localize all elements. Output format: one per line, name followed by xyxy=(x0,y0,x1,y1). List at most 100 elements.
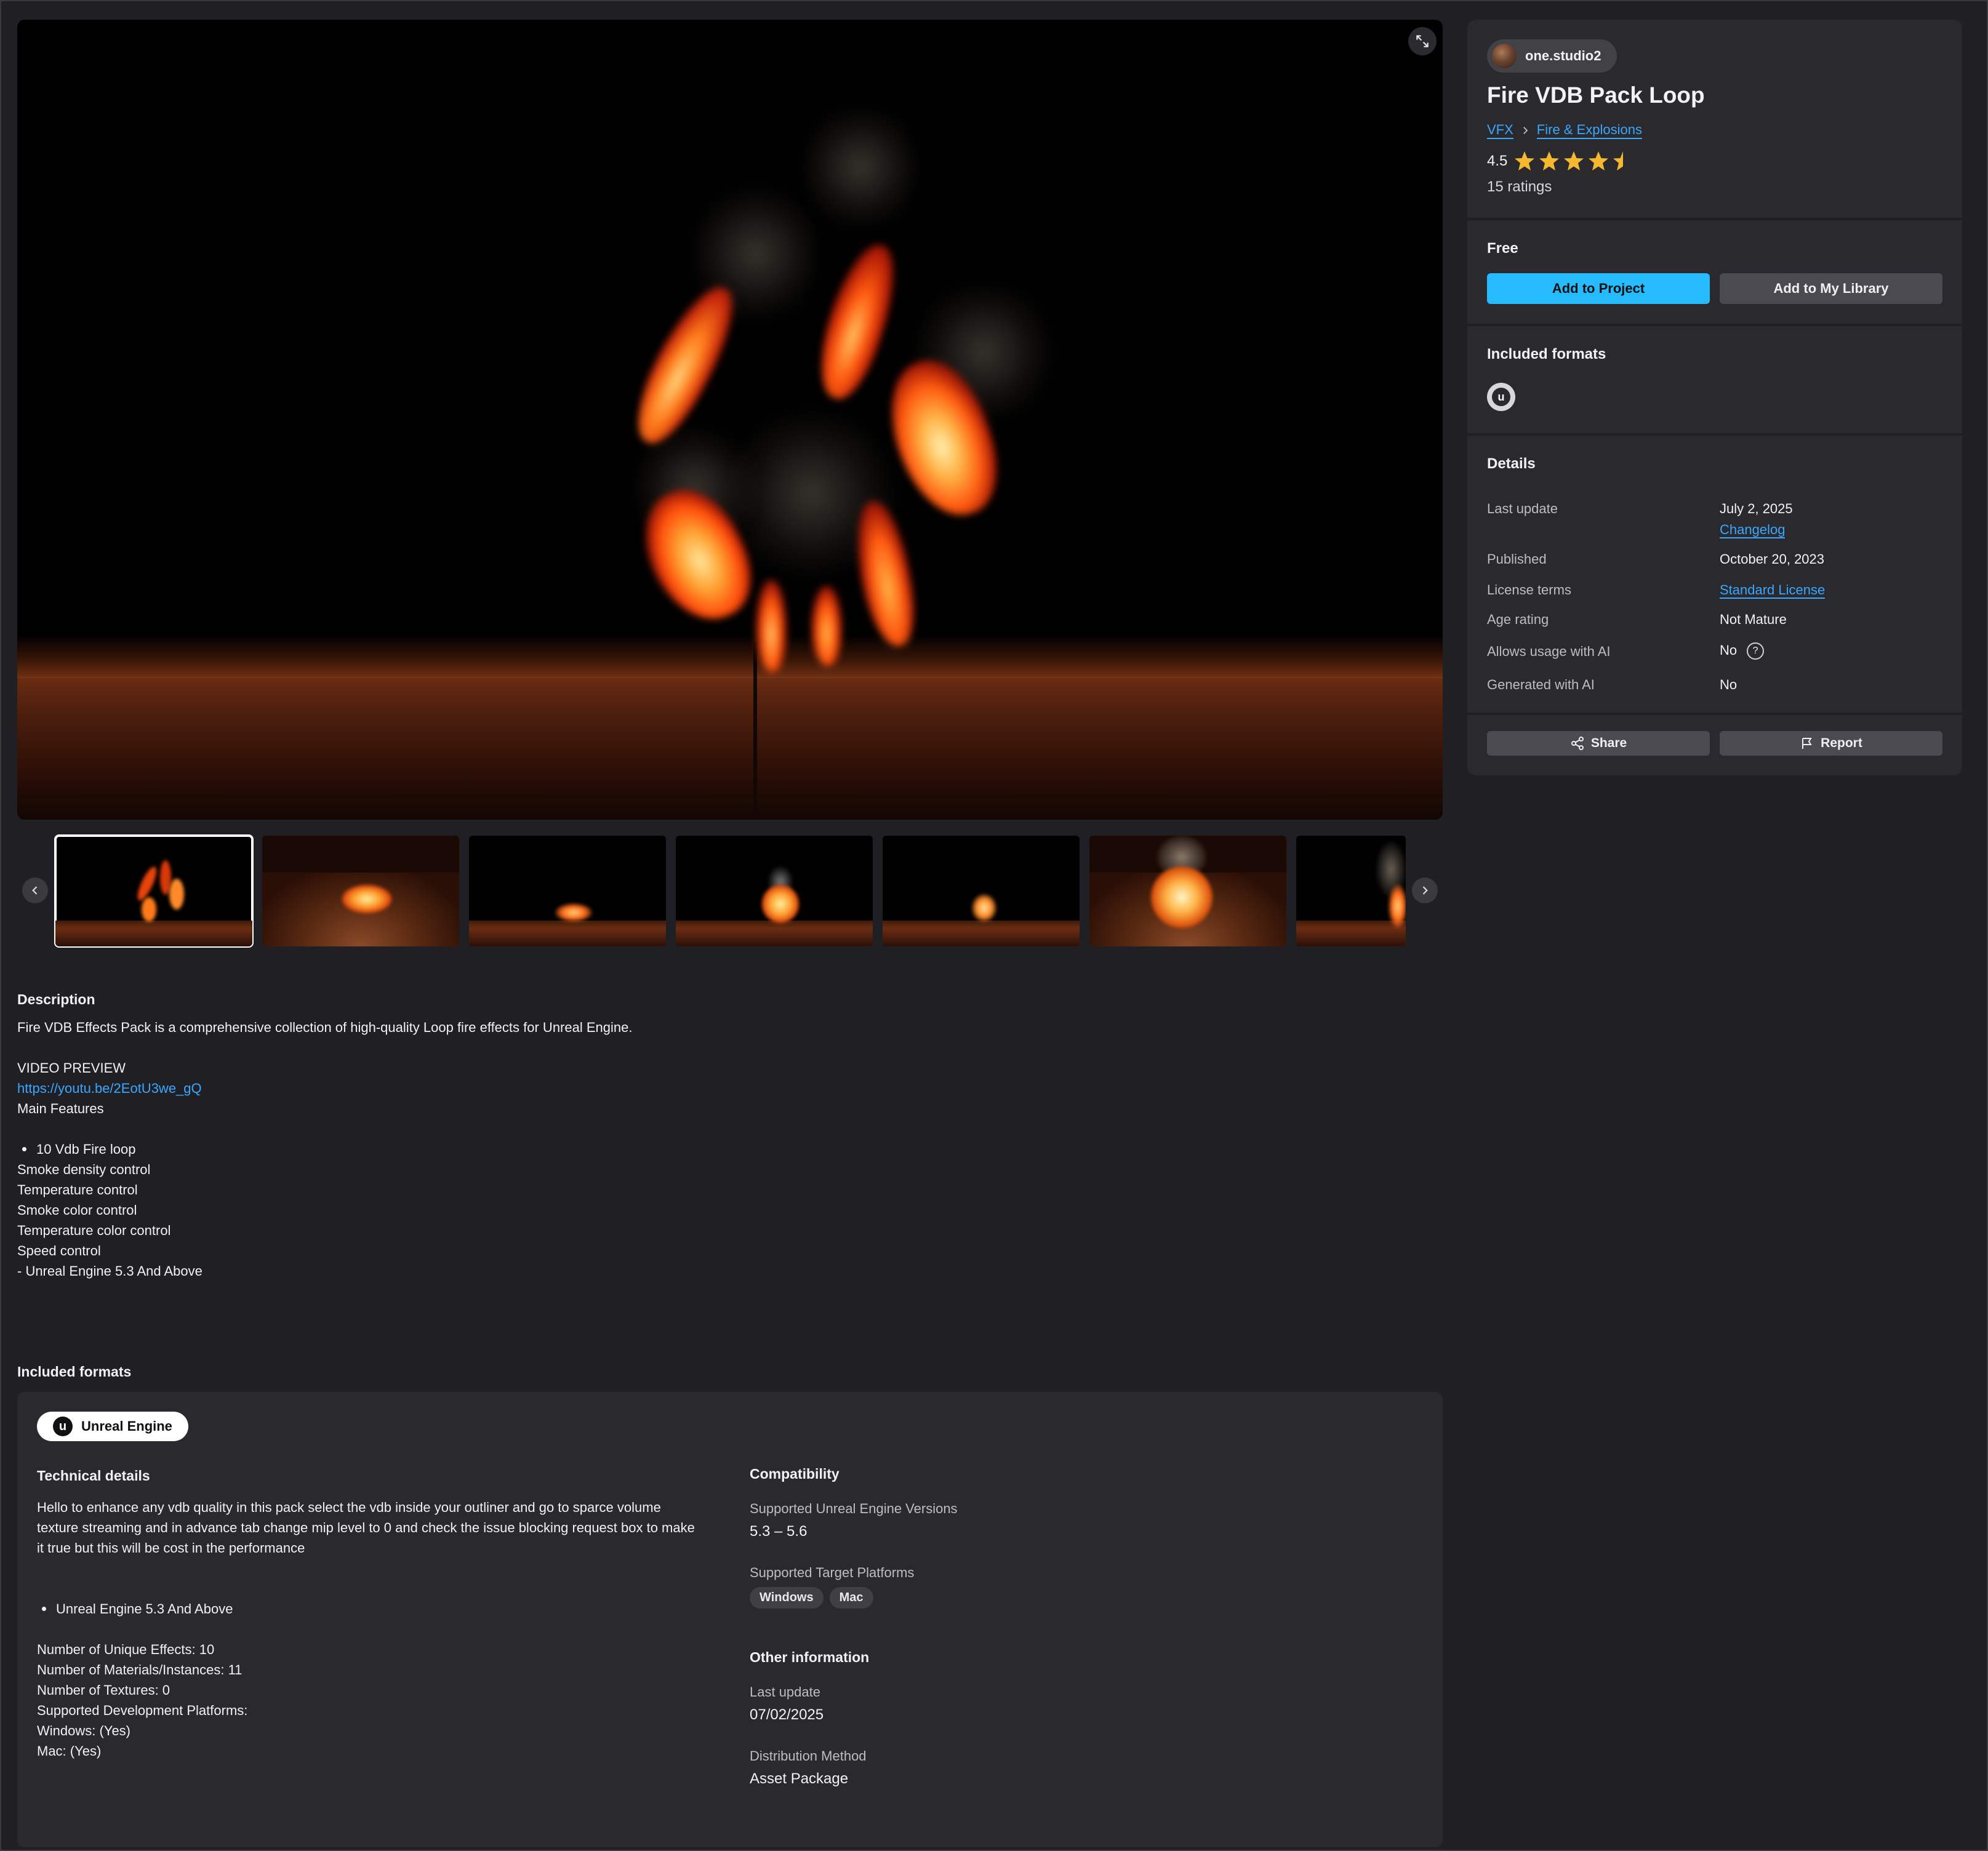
technical-bullet-text: Unreal Engine 5.3 And Above xyxy=(56,1601,233,1617)
ai-usage-value: No xyxy=(1720,642,1737,658)
target-platforms-label: Supported Target Platforms xyxy=(750,1565,915,1580)
description-title: Description xyxy=(17,991,95,1007)
star-icon xyxy=(1589,151,1609,170)
add-to-project-button[interactable]: Add to Project xyxy=(1487,273,1710,304)
unreal-engine-format-tab[interactable]: u Unreal Engine xyxy=(37,1412,188,1441)
description-intro: Fire VDB Effects Pack is a comprehensive… xyxy=(17,1020,633,1035)
technical-details-text: Hello to enhance any vdb quality in this… xyxy=(37,1500,695,1556)
rating-value: 4.5 xyxy=(1487,153,1508,169)
seller-link[interactable]: one.studio2 xyxy=(1487,39,1617,73)
platform-tag-windows: Windows xyxy=(750,1587,824,1609)
included-formats-title: Included formats xyxy=(17,1364,132,1380)
license-terms-label: License terms xyxy=(1487,582,1571,598)
technical-line: Number of Unique Effects: 10 xyxy=(37,1642,215,1657)
thumbnail-5[interactable] xyxy=(883,836,1080,946)
purchase-section: Free Add to Project Add to My Library xyxy=(1467,218,1962,326)
chevron-right-icon xyxy=(1523,127,1528,134)
seller-name: one.studio2 xyxy=(1525,48,1601,63)
distribution-method-value: Asset Package xyxy=(750,1770,849,1787)
asset-page: Description Fire VDB Effects Pack is a c… xyxy=(0,0,1988,1851)
seller-avatar xyxy=(1492,44,1517,68)
preview-floor-line xyxy=(17,677,1443,678)
distribution-method-label: Distribution Method xyxy=(750,1748,867,1764)
thumbnail-1[interactable] xyxy=(54,834,254,948)
technical-bullet: Unreal Engine 5.3 And Above xyxy=(37,1599,702,1619)
age-rating-value: Not Mature xyxy=(1720,612,1787,627)
report-label: Report xyxy=(1821,736,1862,750)
ue-versions-label: Supported Unreal Engine Versions xyxy=(750,1501,958,1516)
bullet-dot xyxy=(42,1607,46,1611)
chevron-right-icon xyxy=(1422,886,1428,895)
feature-bullet-text: 10 Vdb Fire loop xyxy=(36,1141,136,1157)
details-title: Details xyxy=(1487,455,1536,472)
breadcrumb-fire-explosions[interactable]: Fire & Explosions xyxy=(1536,122,1642,139)
product-title: Fire VDB Pack Loop xyxy=(1487,82,1705,108)
star-icon xyxy=(1539,151,1560,170)
other-last-update-value: 07/02/2025 xyxy=(750,1706,824,1723)
main-preview-image[interactable] xyxy=(17,20,1443,820)
flame xyxy=(806,236,908,406)
sidebar-included-formats-title: Included formats xyxy=(1487,346,1606,362)
standard-license-link[interactable]: Standard License xyxy=(1720,582,1826,599)
smoke-plume xyxy=(805,94,916,241)
thumbnail-3[interactable] xyxy=(469,836,666,946)
ai-usage-row: No? xyxy=(1720,642,1765,660)
feature-line: Temperature color control xyxy=(17,1223,171,1238)
technical-line: Mac: (Yes) xyxy=(37,1743,102,1759)
flame xyxy=(811,586,842,666)
unreal-engine-label: Unreal Engine xyxy=(81,1418,172,1434)
bullet-dot xyxy=(22,1147,26,1151)
report-button[interactable]: Report xyxy=(1720,731,1942,756)
thumbnail-4[interactable] xyxy=(676,836,873,946)
thumbnail-2[interactable] xyxy=(262,836,459,946)
product-header: one.studio2 Fire VDB Pack Loop VFX Fire … xyxy=(1467,20,1962,220)
product-sidebar: one.studio2 Fire VDB Pack Loop VFX Fire … xyxy=(1467,20,1962,775)
unreal-engine-icon: u xyxy=(53,1417,73,1436)
feature-line: Smoke density control xyxy=(17,1162,151,1177)
share-button[interactable]: Share xyxy=(1487,731,1710,756)
breadcrumb: VFX Fire & Explosions xyxy=(1487,122,1642,139)
rating-stars xyxy=(1515,151,1624,170)
breadcrumb-vfx[interactable]: VFX xyxy=(1487,122,1513,139)
add-to-library-button[interactable]: Add to My Library xyxy=(1720,273,1942,304)
chevron-left-icon xyxy=(32,886,38,895)
technical-line: Supported Development Platforms: xyxy=(37,1703,248,1718)
preview-floor-crack xyxy=(753,641,757,820)
star-icon xyxy=(1515,151,1535,170)
help-icon[interactable]: ? xyxy=(1747,642,1765,660)
carousel-prev-button[interactable] xyxy=(22,878,48,903)
compatibility-title: Compatibility xyxy=(750,1466,840,1482)
published-label: Published xyxy=(1487,551,1547,567)
technical-details-title: Technical details xyxy=(37,1468,150,1484)
technical-line: Number of Materials/Instances: 11 xyxy=(37,1662,242,1677)
description-section: Description Fire VDB Effects Pack is a c… xyxy=(17,989,1433,1281)
compatibility-section: Compatibility Supported Unreal Engine Ve… xyxy=(750,1466,1304,1788)
fullscreen-button[interactable] xyxy=(1408,27,1437,55)
technical-details: Technical details Hello to enhance any v… xyxy=(37,1466,702,1761)
star-icon xyxy=(1564,151,1584,170)
main-features-title: Main Features xyxy=(17,1101,104,1116)
changelog-link[interactable]: Changelog xyxy=(1720,522,1786,538)
platform-tag-mac: Mac xyxy=(829,1587,873,1609)
flame xyxy=(756,580,787,672)
other-last-update-label: Last update xyxy=(750,1684,820,1700)
actions-section: Share Report xyxy=(1467,713,1962,775)
feature-bullet: 10 Vdb Fire loop xyxy=(17,1139,1433,1159)
published-value: October 20, 2023 xyxy=(1720,551,1825,567)
ratings-count: 15 ratings xyxy=(1487,178,1552,195)
unreal-engine-format-badge[interactable]: u xyxy=(1487,383,1515,411)
ue-versions-value: 5.3 – 5.6 xyxy=(750,1523,808,1540)
technical-line: Number of Textures: 0 xyxy=(37,1682,170,1698)
preview-floor xyxy=(17,635,1443,820)
last-update-label: Last update xyxy=(1487,501,1558,516)
carousel-next-button[interactable] xyxy=(1412,878,1438,903)
star-icon xyxy=(1613,151,1624,170)
details-section: Details Last update July 2, 2025 Changel… xyxy=(1467,433,1962,715)
video-preview-link[interactable]: https://youtu.be/2EotU3we_gQ xyxy=(17,1081,202,1096)
thumbnail-7[interactable] xyxy=(1296,836,1406,946)
other-information-title: Other information xyxy=(750,1649,870,1665)
included-formats-card: u Unreal Engine Technical details Hello … xyxy=(17,1392,1443,1847)
thumbnail-6[interactable] xyxy=(1089,836,1286,946)
target-platforms: Windows Mac xyxy=(750,1587,1304,1609)
video-preview-label: VIDEO PREVIEW xyxy=(17,1060,126,1076)
